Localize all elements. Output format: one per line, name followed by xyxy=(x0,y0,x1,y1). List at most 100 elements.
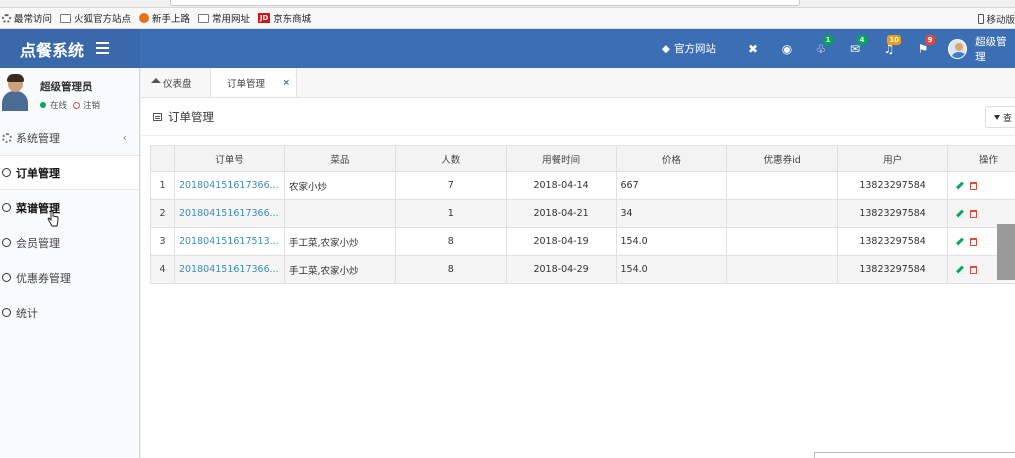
sidebar-menu-system[interactable]: 系统管理 ‹ xyxy=(0,120,139,155)
dish-cell: 手工菜,农家小炒 xyxy=(283,255,396,284)
sidebar-item-members[interactable]: 会员管理 xyxy=(0,225,139,260)
row-index: 4 xyxy=(150,255,175,284)
query-button[interactable]: 查 xyxy=(985,106,1015,128)
header-actions: ◆ 官方网站 ✖ ◉ ♧ 1 ✉ 4 ♫ 10 ⚑ 9 超级管理 xyxy=(662,29,1015,68)
folder-icon xyxy=(198,13,210,23)
order-id-link[interactable]: 201804151617366... xyxy=(173,171,285,200)
alerts-button[interactable]: ♫ 10 xyxy=(872,29,906,68)
user-menu[interactable]: 超级管理 xyxy=(940,34,1015,64)
edit-icon[interactable] xyxy=(956,265,964,274)
row-index: 1 xyxy=(150,171,175,200)
filter-icon xyxy=(994,114,1000,120)
table-header-row: 订单号 菜品 人数 用餐时间 价格 优惠券id 用户 操作 xyxy=(150,145,1015,172)
column-header-index xyxy=(150,145,175,172)
column-header-people[interactable]: 人数 xyxy=(394,145,507,172)
column-header-actions: 操作 xyxy=(947,145,1015,172)
fullscreen-button[interactable]: ✖ xyxy=(736,29,770,68)
price-cell: 667 xyxy=(615,171,728,200)
table-row[interactable]: 3 201804151617513... 手工菜,农家小炒 8 2018-04-… xyxy=(150,227,1015,256)
folder-icon xyxy=(60,13,72,23)
price-cell: 34 xyxy=(615,199,728,228)
user-cell: 13823297584 xyxy=(837,199,949,228)
sidebar-item-coupons[interactable]: 优惠券管理 xyxy=(0,260,139,295)
table-row[interactable]: 4 201804151617366... 手工菜,农家小炒 8 2018-04-… xyxy=(150,255,1015,284)
tab-orders[interactable]: 订单管理 × xyxy=(211,68,297,97)
delete-icon[interactable] xyxy=(970,265,978,274)
tasks-badge: 9 xyxy=(925,35,935,45)
diamond-icon: ◆ xyxy=(661,42,670,55)
logout-icon xyxy=(73,101,81,109)
price-cell: 154.0 xyxy=(615,255,728,284)
table-row[interactable]: 2 201804151617366... 1 2018-04-21 34 138… xyxy=(150,199,1015,228)
column-header-order-id[interactable]: 订单号 xyxy=(173,145,285,172)
app-logo[interactable]: 点餐系统 xyxy=(0,29,140,68)
bookmark-mobile[interactable]: 移动版 xyxy=(978,12,1015,26)
time-cell: 2018-04-21 xyxy=(505,199,617,228)
bookmark-most-visited[interactable]: 最常访问 xyxy=(2,11,52,25)
people-cell: 8 xyxy=(394,255,507,284)
tab-dashboard[interactable]: 仪表盘 xyxy=(141,68,211,97)
price-cell: 154.0 xyxy=(615,227,728,256)
avatar xyxy=(2,74,28,114)
circle-icon xyxy=(2,168,11,177)
page-title: 订单管理 查 xyxy=(141,98,1015,136)
sidebar-item-orders[interactable]: 订单管理 xyxy=(0,155,139,190)
close-icon[interactable]: × xyxy=(282,78,290,88)
row-index: 3 xyxy=(150,227,175,256)
bookmark-firefox-official[interactable]: 火狐官方站点 xyxy=(60,11,131,25)
tasks-button[interactable]: ⚑ 9 xyxy=(906,29,940,68)
delete-icon[interactable] xyxy=(970,181,978,190)
row-index: 2 xyxy=(150,199,175,228)
logout-link[interactable]: 注销 xyxy=(83,99,100,111)
dish-cell: 农家小炒 xyxy=(283,171,396,200)
column-header-coupon-id[interactable]: 优惠券id xyxy=(726,145,839,172)
home-icon xyxy=(151,78,161,83)
address-bar[interactable] xyxy=(170,0,800,6)
order-id-link[interactable]: 201804151617366... xyxy=(173,199,285,228)
column-header-price[interactable]: 价格 xyxy=(615,145,728,172)
sidebar-item-statistics[interactable]: 统计 xyxy=(0,295,139,330)
column-header-user[interactable]: 用户 xyxy=(837,145,949,172)
delete-icon[interactable] xyxy=(970,209,978,218)
column-header-dish[interactable]: 菜品 xyxy=(283,145,396,172)
dashboard-button[interactable]: ◉ xyxy=(770,29,804,68)
bookmark-common-sites[interactable]: 常用网址 xyxy=(198,11,250,25)
edit-icon[interactable] xyxy=(956,209,964,218)
scrollbar-thumb[interactable] xyxy=(997,224,1015,280)
edit-icon[interactable] xyxy=(956,237,964,246)
user-cell: 13823297584 xyxy=(837,227,949,256)
browser-toolbar xyxy=(0,0,1015,8)
expand-icon: ✖ xyxy=(747,41,759,56)
table-row[interactable]: 1 201804151617366... 农家小炒 7 2018-04-14 6… xyxy=(150,171,1015,200)
delete-icon[interactable] xyxy=(970,237,978,246)
main-content: 仪表盘 订单管理 × 订单管理 查 订单号 菜品 人数 用餐时间 价格 优惠券i… xyxy=(141,68,1015,458)
sidebar-item-recipes[interactable]: 菜谱管理 xyxy=(0,190,139,225)
gear-icon xyxy=(2,132,12,143)
actions-cell xyxy=(947,171,1015,200)
online-dot-icon xyxy=(40,102,46,108)
notification-badge: 1 xyxy=(823,35,833,45)
column-header-time[interactable]: 用餐时间 xyxy=(505,145,617,172)
time-cell: 2018-04-19 xyxy=(505,227,617,256)
sidebar: 超级管理员 在线 注销 系统管理 ‹ 订单管理 菜谱管理 会员管理 优惠券管理 … xyxy=(0,68,140,458)
gear-icon xyxy=(2,13,11,23)
tab-bar: 仪表盘 订单管理 × xyxy=(141,68,1015,98)
bookmark-getting-started[interactable]: 新手上路 xyxy=(139,11,190,25)
order-id-link[interactable]: 201804151617366... xyxy=(173,255,285,284)
messages-button[interactable]: ✉ 4 xyxy=(838,29,872,68)
order-id-link[interactable]: 201804151617513... xyxy=(173,227,285,256)
sidebar-toggle-button[interactable] xyxy=(96,42,109,54)
phone-icon xyxy=(978,14,985,24)
coupon-cell xyxy=(726,171,839,200)
messages-badge: 4 xyxy=(857,35,867,45)
bookmark-jd[interactable]: JD 京东商城 xyxy=(258,11,311,25)
dish-cell xyxy=(283,199,396,228)
edit-icon[interactable] xyxy=(956,181,964,190)
official-site-link[interactable]: ◆ 官方网站 xyxy=(662,41,716,56)
user-panel: 超级管理员 在线 注销 xyxy=(0,68,139,120)
hand-cursor-icon xyxy=(47,210,59,227)
people-cell: 1 xyxy=(394,199,507,228)
firefox-icon xyxy=(139,13,150,23)
coupon-cell xyxy=(726,255,839,284)
user-notifications-button[interactable]: ♧ 1 xyxy=(804,29,838,68)
